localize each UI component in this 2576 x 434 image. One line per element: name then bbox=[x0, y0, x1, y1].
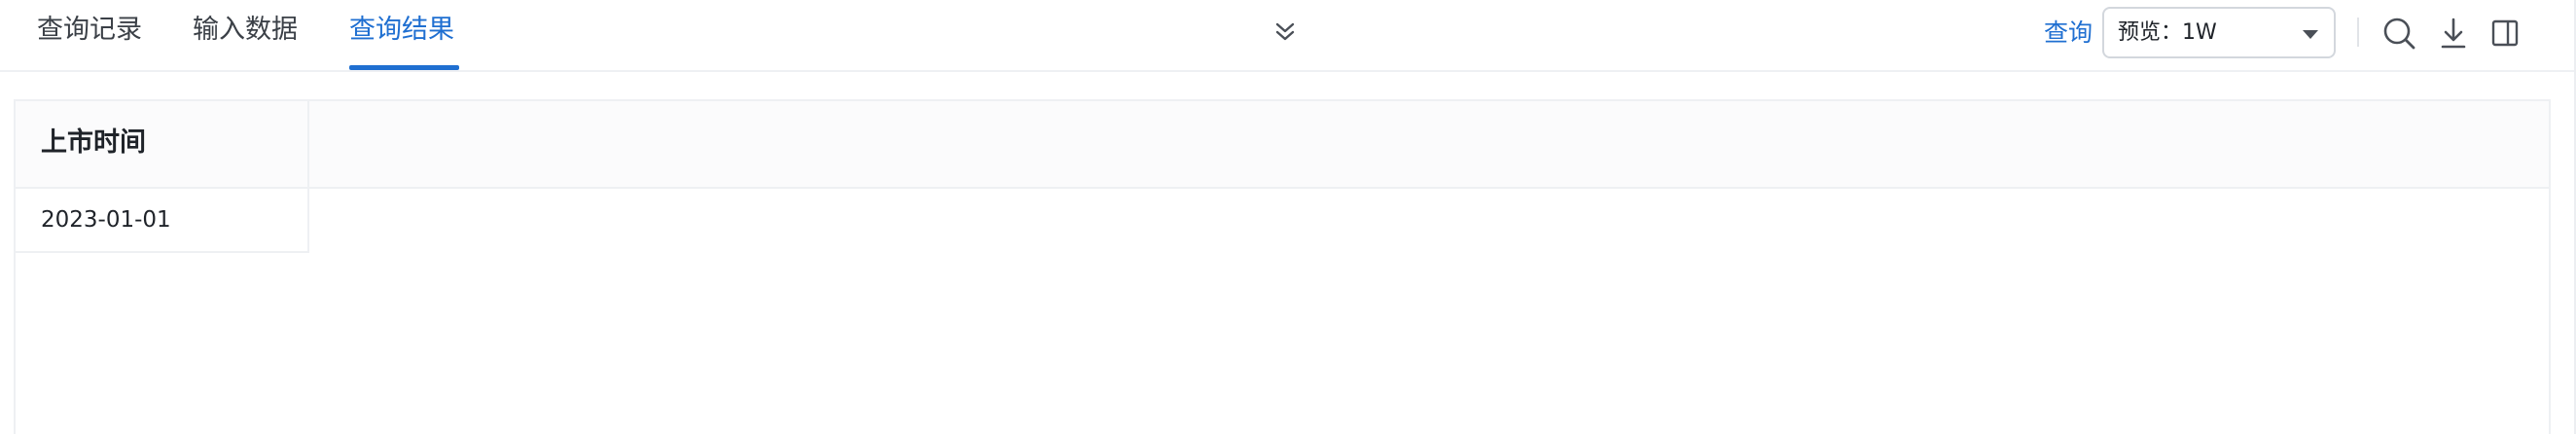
download-icon[interactable] bbox=[2434, 14, 2473, 53]
tab-query-history[interactable]: 查询记录 bbox=[37, 10, 142, 51]
toolbar-divider bbox=[2357, 18, 2359, 47]
sidebar-panel-icon[interactable] bbox=[2486, 14, 2524, 53]
column-header-label: 上市时间 bbox=[41, 127, 146, 158]
caret-down-icon bbox=[2303, 30, 2318, 39]
tab-input-data[interactable]: 输入数据 bbox=[193, 10, 298, 51]
table-header-row: 上市时间 bbox=[16, 101, 2549, 189]
result-table: 上市时间 2023-01-01 bbox=[14, 99, 2551, 434]
query-button[interactable]: 查询 bbox=[2044, 14, 2093, 53]
preview-size-value: 预览：1W bbox=[2118, 20, 2217, 45]
tab-query-results[interactable]: 查询结果 bbox=[349, 10, 454, 51]
query-result-panel: 查询记录 输入数据 查询结果 查询 预览：1W 上市时间 2023-01-01 bbox=[0, 0, 2576, 434]
preview-size-select[interactable]: 预览：1W bbox=[2102, 7, 2336, 58]
column-header[interactable]: 上市时间 bbox=[16, 101, 309, 187]
table-cell: 2023-01-01 bbox=[41, 207, 171, 233]
chevrons-down-icon[interactable] bbox=[1270, 18, 1300, 47]
tab-bar: 查询记录 输入数据 查询结果 查询 预览：1W bbox=[0, 0, 2576, 72]
search-icon[interactable] bbox=[2379, 14, 2418, 53]
table-row[interactable]: 2023-01-01 bbox=[16, 189, 309, 253]
active-tab-indicator bbox=[349, 65, 459, 70]
